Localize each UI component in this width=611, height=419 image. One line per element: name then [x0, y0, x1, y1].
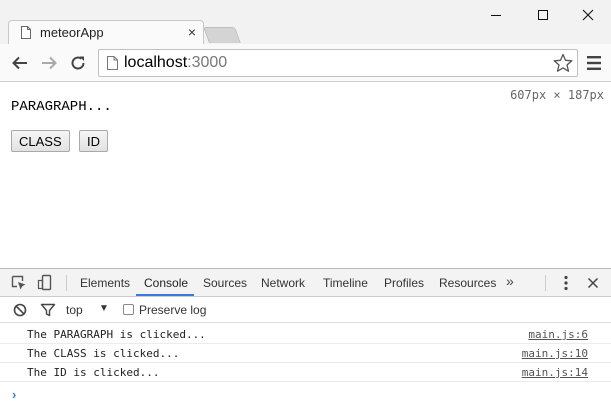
url-port: :3000	[187, 54, 228, 71]
devtools-tab-bar: Elements Console Sources Network Timelin…	[0, 269, 611, 297]
page-icon	[21, 26, 31, 39]
arrow-left-icon	[12, 56, 27, 70]
tab-console[interactable]: Console	[144, 276, 188, 290]
tab-timeline[interactable]: Timeline	[323, 276, 368, 290]
tab-network[interactable]: Network	[261, 276, 305, 290]
page-icon	[107, 56, 118, 70]
clickable-paragraph[interactable]: PARAGRAPH...	[11, 99, 112, 115]
viewport-dimensions-overlay: 607px × 187px	[510, 88, 604, 102]
devtools-panel: Elements Console Sources Network Timelin…	[0, 268, 611, 419]
close-devtools-icon[interactable]	[586, 274, 600, 292]
address-bar[interactable]: localhost:3000	[98, 49, 578, 77]
browser-tab[interactable]: meteorApp ×	[8, 20, 204, 44]
console-prompt-icon[interactable]: ›	[12, 387, 16, 402]
chevron-down-icon[interactable]: ▼	[99, 303, 109, 314]
maximize-button[interactable]	[520, 3, 566, 27]
console-message-text: The PARAGRAPH is clicked...	[27, 328, 206, 341]
more-tabs-icon[interactable]: »	[506, 273, 514, 289]
console-filter-bar: top ▼ Preserve log	[0, 297, 611, 323]
tab-profiles[interactable]: Profiles	[384, 276, 424, 290]
console-message: The CLASS is clicked... main.js:10	[0, 344, 611, 363]
close-icon	[582, 9, 594, 21]
id-button[interactable]: ID	[79, 130, 108, 152]
console-source-link[interactable]: main.js:6	[528, 328, 588, 341]
minimize-button[interactable]	[473, 3, 519, 27]
kebab-menu-icon[interactable]	[559, 274, 573, 292]
back-button[interactable]	[8, 51, 32, 75]
console-message: The ID is clicked... main.js:14	[0, 363, 611, 382]
console-source-link[interactable]: main.js:14	[522, 366, 588, 379]
bookmark-star-icon[interactable]	[552, 52, 574, 74]
class-button[interactable]: CLASS	[11, 130, 70, 152]
device-mode-icon[interactable]	[37, 274, 55, 292]
minimize-icon	[491, 15, 501, 16]
toolbar-divider	[545, 275, 546, 291]
forward-button[interactable]	[37, 51, 61, 75]
tab-close-icon[interactable]: ×	[188, 24, 196, 40]
console-source-link[interactable]: main.js:10	[522, 347, 588, 360]
browser-toolbar: localhost:3000	[0, 44, 611, 82]
inspect-element-icon[interactable]	[10, 274, 28, 292]
console-message: The PARAGRAPH is clicked... main.js:6	[0, 325, 611, 344]
console-message-text: The ID is clicked...	[27, 366, 160, 379]
maximize-icon	[538, 10, 548, 20]
tab-resources[interactable]: Resources	[439, 276, 496, 290]
page-viewport: 607px × 187px PARAGRAPH... CLASS ID	[0, 82, 611, 268]
tab-sources[interactable]: Sources	[203, 276, 247, 290]
new-tab-button[interactable]	[203, 27, 241, 43]
preserve-log-checkbox[interactable]	[123, 304, 134, 315]
filter-icon[interactable]	[40, 302, 56, 318]
hamburger-menu-icon[interactable]	[585, 53, 603, 73]
toolbar-divider	[66, 275, 67, 291]
reload-button[interactable]	[66, 51, 90, 75]
tab-elements[interactable]: Elements	[80, 276, 130, 290]
url-text: localhost:3000	[124, 54, 227, 72]
clear-console-icon[interactable]	[12, 302, 28, 318]
url-host: localhost	[124, 54, 188, 71]
active-tab-indicator	[136, 294, 194, 296]
preserve-log-label[interactable]: Preserve log	[139, 303, 206, 317]
arrow-right-icon	[42, 56, 57, 70]
close-window-button[interactable]	[565, 3, 611, 27]
tab-title: meteorApp	[40, 25, 104, 40]
reload-icon	[71, 56, 85, 70]
context-selector[interactable]: top	[66, 303, 83, 317]
title-bar: meteorApp ×	[0, 0, 611, 44]
console-message-text: The CLASS is clicked...	[27, 347, 180, 360]
